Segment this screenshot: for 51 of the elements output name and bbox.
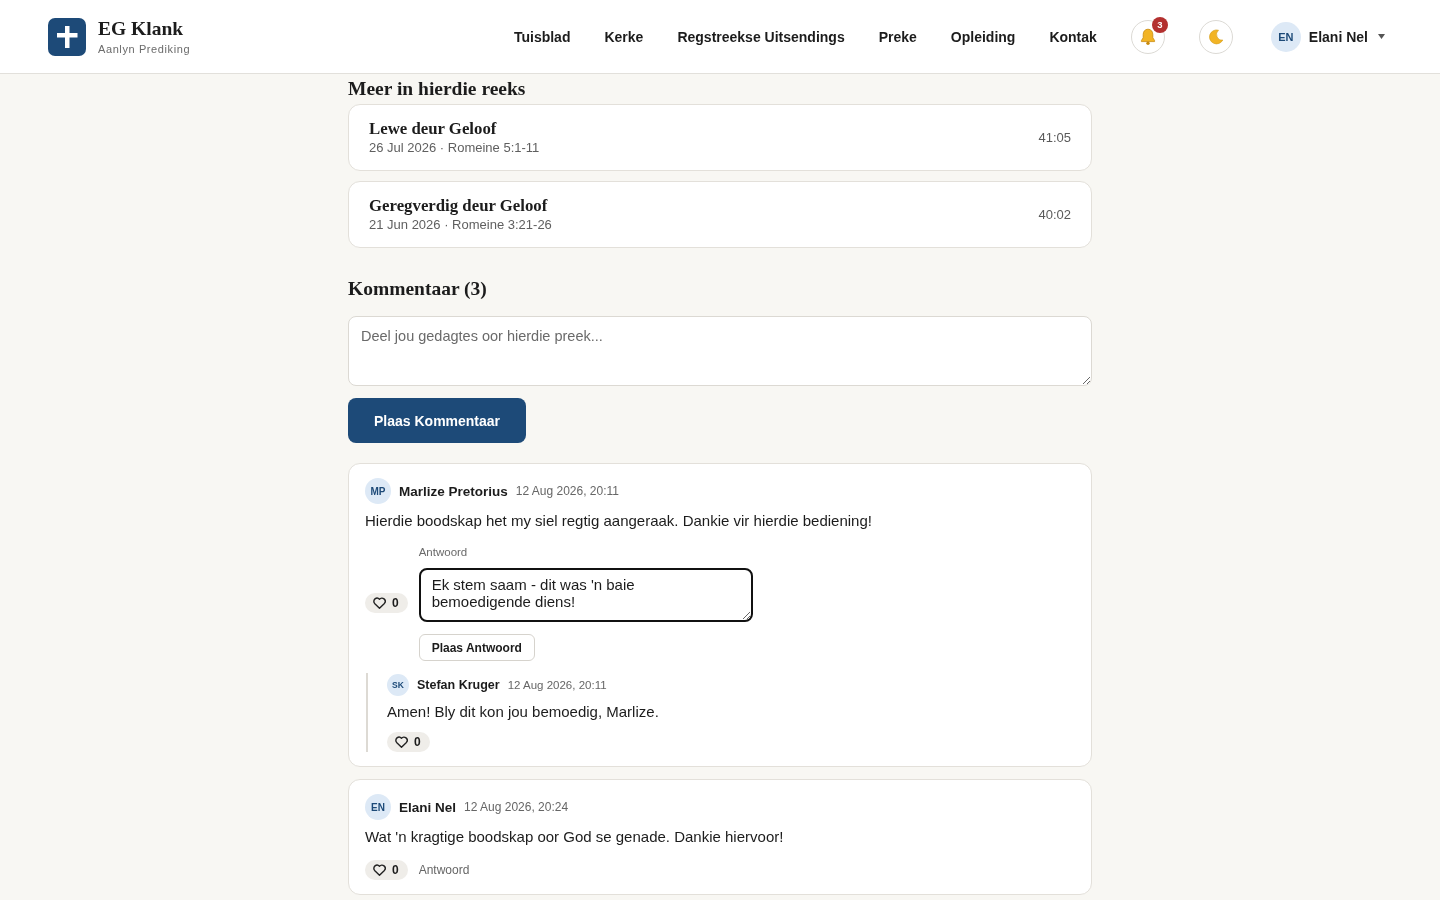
sermon-title: Geregverdig deur Geloof xyxy=(369,195,549,216)
comment-time: 12 Aug 2026, 20:11 xyxy=(507,679,607,691)
comment-text: Amen! Bly dit kon jou bemoedig, Marlize. xyxy=(387,702,660,722)
brand-name: EG Klank xyxy=(98,17,185,40)
user-menu-button[interactable]: EN Elani Nel xyxy=(1270,21,1385,52)
comment-field[interactable]: Deel jou gedagtes oor hierdie preek... xyxy=(348,316,1092,386)
caret-icon xyxy=(1378,34,1385,39)
field-label: Antwoord xyxy=(418,545,468,560)
author-name: Stefan Kruger xyxy=(417,678,500,692)
nav-link[interactable]: Kerke xyxy=(604,27,644,46)
user-avatar: EN xyxy=(1270,21,1301,52)
post-comment-button[interactable]: Plaas Kommentaar xyxy=(348,398,527,443)
nav-link[interactable]: Regstreekse Uitsendings xyxy=(677,27,845,46)
crescent-moon-icon xyxy=(1207,28,1224,45)
sermon-card[interactable]: Geregverdig deur Geloof 21 Jun 2026 · Romeine 3:21-26 40:02 xyxy=(348,181,1092,248)
comment-text: Hierdie boodskap het my siel regtig aangeraak. Dankie vir hierdie bediening! xyxy=(365,511,873,531)
notification-badge: 3 xyxy=(1151,16,1168,33)
sermon-duration: 41:05 xyxy=(1038,130,1071,145)
theme-toggle-button[interactable] xyxy=(1198,19,1233,54)
notifications-button[interactable]: 3 xyxy=(1130,19,1165,54)
like-button[interactable]: 0 xyxy=(365,592,408,613)
sermon-card[interactable]: Lewe deur Geloof 26 Jul 2026 · Romeine 5:1-11 41:05 xyxy=(348,104,1092,171)
sermon-meta: 26 Jul 2026 · Romeine 5:1-11 xyxy=(369,139,540,157)
section-heading: Meer in hierdie reeks xyxy=(348,77,527,101)
nav-link[interactable]: Kontak xyxy=(1049,27,1097,46)
like-button[interactable]: 0 xyxy=(365,860,408,880)
author-name: Marlize Pretorius xyxy=(399,483,508,499)
reply-button[interactable]: Antwoord xyxy=(418,863,470,877)
user-avatar: MP xyxy=(365,478,391,504)
like-button[interactable]: 0 xyxy=(387,732,430,752)
cross-logo-icon[interactable] xyxy=(48,17,86,56)
author-name: Elani Nel xyxy=(399,799,457,815)
nav-link[interactable]: Tuisblad xyxy=(513,27,571,46)
section-heading: Kommentaar (3) xyxy=(348,277,488,301)
heart-icon xyxy=(373,596,386,609)
comment-time: 12 Aug 2026, 20:24 xyxy=(464,800,569,814)
bell-icon xyxy=(1139,28,1156,45)
heart-icon xyxy=(373,864,386,876)
user-avatar: EN xyxy=(365,794,391,820)
heart-icon xyxy=(395,736,408,748)
brand-tagline: Aanlyn Prediking xyxy=(98,41,191,56)
sermon-title: Lewe deur Geloof xyxy=(369,118,498,139)
reply-field[interactable]: Ek stem saam - dit was 'n baie bemoedigende diens! xyxy=(418,568,753,622)
user-avatar: SK xyxy=(387,674,409,696)
post-reply-button[interactable]: Plaas Antwoord xyxy=(418,634,535,661)
nav-link[interactable]: Preke xyxy=(878,27,917,46)
sermon-meta: 21 Jun 2026 · Romeine 3:21-26 xyxy=(369,216,552,234)
nav-link[interactable]: Opleiding xyxy=(950,27,1016,46)
sermon-duration: 40:02 xyxy=(1038,207,1071,222)
comment-time: 12 Aug 2026, 20:11 xyxy=(515,484,619,498)
comment-text: Wat 'n kragtige boodskap oor God se genade. Dankie hiervoor! xyxy=(365,827,785,847)
